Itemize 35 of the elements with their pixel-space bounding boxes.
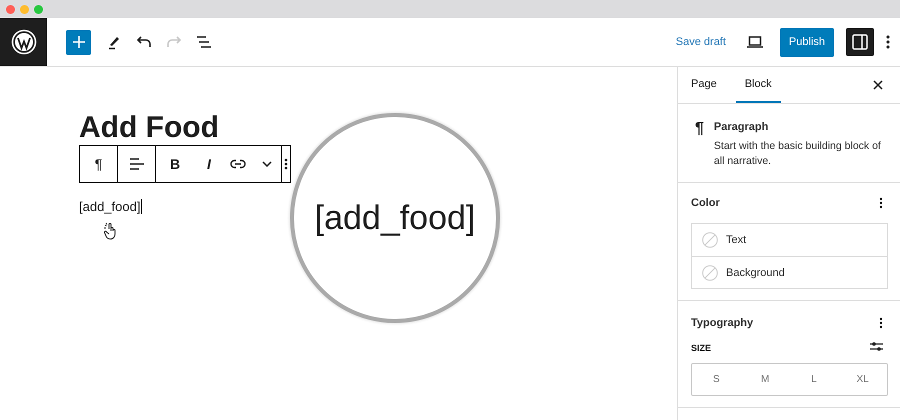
block-name: Paragraph	[714, 121, 770, 133]
panel-title: Color	[691, 197, 720, 209]
block-description: Start with the basic building block of all narrative.	[714, 139, 882, 169]
italic-button[interactable]: I	[194, 146, 224, 182]
window-control-dot[interactable]	[34, 4, 43, 14]
sidebar-tab[interactable]: Page	[682, 67, 726, 103]
size-option[interactable]: M	[740, 364, 790, 395]
no-color-icon	[702, 232, 718, 248]
sidebar-icon	[852, 34, 868, 50]
options-icon[interactable]	[879, 317, 883, 329]
paragraph-button[interactable]: ¶	[80, 146, 118, 182]
sidebar-tab[interactable]: Block	[736, 67, 781, 103]
size-option[interactable]: S	[692, 364, 741, 395]
bold-button[interactable]: B	[156, 146, 194, 182]
size-option[interactable]: XL	[838, 364, 887, 395]
options-icon[interactable]	[879, 197, 883, 209]
size-option[interactable]: L	[790, 364, 838, 395]
post-title[interactable]: Add Food	[79, 111, 219, 145]
panel-title: Typography	[691, 317, 754, 329]
shortcode-paragraph[interactable]: [add_food]	[79, 199, 142, 214]
wordpress-logo[interactable]	[0, 18, 47, 66]
size-label: SIZE	[691, 343, 712, 353]
options-icon[interactable]	[886, 35, 890, 49]
plus-icon	[72, 35, 86, 49]
magnified-shortcode-text: [add_food]	[314, 198, 476, 238]
color-option[interactable]: Text	[692, 224, 887, 256]
block-type-icon: ¶	[695, 121, 704, 169]
window-control-dot[interactable]	[20, 4, 29, 14]
publish-button[interactable]: Publish	[780, 28, 834, 56]
settings-sidebar-button[interactable]	[846, 28, 874, 56]
no-color-icon	[702, 264, 718, 280]
color-option[interactable]: Background	[692, 256, 887, 288]
add-block-button[interactable]	[66, 30, 91, 54]
save-draft-button[interactable]: Save draft	[676, 36, 726, 48]
window-control-dot[interactable]	[6, 4, 15, 14]
